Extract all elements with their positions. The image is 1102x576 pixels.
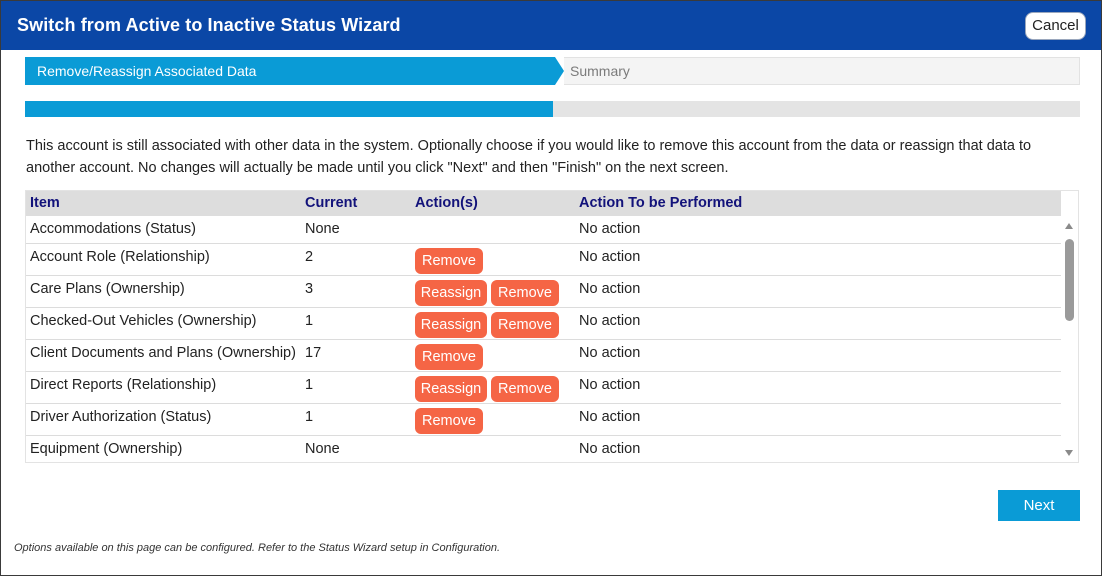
cell-current: None [305, 441, 340, 457]
cell-item: Accommodations (Status) [30, 221, 197, 237]
cell-item: Driver Authorization (Status) [30, 409, 212, 425]
table-scrollbar[interactable] [1061, 216, 1078, 462]
remove-button[interactable]: Remove [415, 248, 483, 274]
table-row: Accommodations (Status) None No action [26, 216, 1061, 244]
remove-button[interactable]: Remove [415, 344, 483, 370]
header-current: Current [305, 195, 358, 211]
cell-action-performed: No action [579, 313, 641, 329]
cell-current: 1 [305, 313, 314, 329]
table-row: Direct Reports (Relationship) 1 No action R… [26, 372, 1061, 404]
footnote: Options available on this page can be co… [14, 542, 501, 554]
header-actions: Action(s) [415, 195, 478, 211]
cell-current: 3 [305, 281, 314, 297]
cell-item: Direct Reports (Relationship) [30, 377, 217, 393]
step-arrow [555, 57, 564, 85]
cell-action-performed: No action [579, 345, 641, 361]
cell-item: Client Documents and Plans (Ownership) [30, 345, 296, 361]
scroll-thumb[interactable] [1065, 239, 1074, 321]
progress-fill [25, 101, 553, 117]
table-row: Driver Authorization (Status) 1 No action R… [26, 404, 1061, 436]
remove-button[interactable]: Remove [415, 408, 483, 434]
cell-item: Equipment (Ownership) [30, 441, 183, 457]
cell-item: Account Role (Relationship) [30, 249, 210, 265]
remove-button[interactable]: Remove [491, 376, 559, 402]
next-button[interactable]: Next [998, 490, 1080, 521]
cell-action-performed: No action [579, 281, 641, 297]
intro-text: This account is still associated with ot… [26, 138, 1032, 176]
cell-current: 17 [305, 345, 322, 361]
reassign-button[interactable]: Reassign [415, 312, 487, 338]
title-bar: Switch from Active to Inactive Status Wi… [1, 1, 1101, 50]
wizard-stepper: Remove/Reassign Associated Data Summary [25, 57, 1080, 85]
step-remove-reassign: Remove/Reassign Associated Data [25, 57, 555, 85]
cell-action-performed: No action [579, 441, 641, 457]
reassign-button[interactable]: Reassign [415, 280, 487, 306]
cell-action-performed: No action [579, 377, 641, 393]
table-row: Client Documents and Plans (Ownership) 17… [26, 340, 1061, 372]
table-row: Account Role (Relationship) 2 No action Rem… [26, 244, 1061, 276]
table-header: Item Current Action(s) Action To be Perf… [26, 191, 1061, 216]
scroll-up-icon[interactable] [1065, 223, 1073, 229]
reassign-button[interactable]: Reassign [415, 376, 487, 402]
table-row: Equipment (Ownership) None No action [26, 436, 1061, 462]
cell-current: None [305, 221, 340, 237]
cell-item: Checked-Out Vehicles (Ownership) [30, 313, 257, 329]
header-item: Item [30, 195, 60, 211]
step-summary: Summary [564, 57, 1080, 85]
cell-current: 1 [305, 377, 314, 393]
table-body: Accommodations (Status) None No action Acco… [26, 216, 1061, 462]
cancel-button[interactable]: Cancel [1025, 12, 1086, 40]
remove-button[interactable]: Remove [491, 280, 559, 306]
cell-current: 2 [305, 249, 314, 265]
dialog-title: Switch from Active to Inactive Status Wi… [17, 15, 401, 35]
wizard-dialog: Switch from Active to Inactive Status Wi… [0, 0, 1102, 576]
header-action-performed: Action To be Performed [579, 195, 743, 211]
cell-action-performed: No action [579, 409, 641, 425]
progress-bar [25, 101, 1080, 117]
cell-action-performed: No action [579, 249, 641, 265]
table-row: Care Plans (Ownership) 3 No action Reassign… [26, 276, 1061, 308]
cell-action-performed: No action [579, 221, 641, 237]
table-row: Checked-Out Vehicles (Ownership) 1 No acti… [26, 308, 1061, 340]
cell-item: Care Plans (Ownership) [30, 281, 185, 297]
cell-current: 1 [305, 409, 314, 425]
remove-button[interactable]: Remove [491, 312, 559, 338]
scroll-down-icon[interactable] [1065, 450, 1073, 456]
associated-data-table: Item Current Action(s) Action To be Perf… [25, 190, 1079, 463]
